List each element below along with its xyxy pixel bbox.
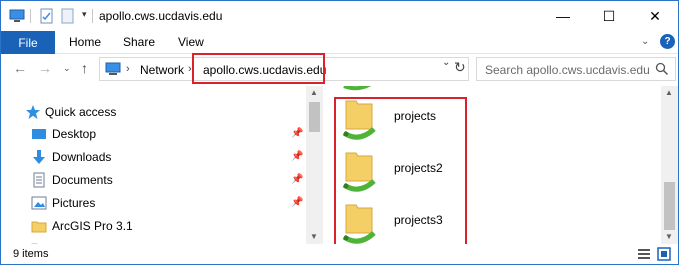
shared-folder-icon <box>342 100 376 140</box>
documents-icon <box>33 172 45 188</box>
download-icon <box>33 150 45 164</box>
nav-scroll-thumb[interactable] <box>309 102 320 132</box>
breadcrumb-network[interactable]: Network <box>140 63 184 77</box>
sidebar-item-pictures[interactable]: Pictures 📌 <box>1 192 311 214</box>
search-icon[interactable] <box>655 62 669 76</box>
sidebar-item-partial[interactable] <box>1 237 311 244</box>
star-icon <box>26 105 40 119</box>
shared-folder-icon <box>342 152 376 192</box>
tab-file[interactable]: File <box>1 31 55 54</box>
folder-item[interactable]: projects3 <box>342 203 472 244</box>
content-scrollbar[interactable]: ▲ ▼ <box>661 86 678 244</box>
details-view-icon[interactable] <box>637 247 651 261</box>
pin-icon[interactable]: 📌 <box>291 151 303 162</box>
window-title: apollo.cws.ucdavis.edu <box>99 9 223 23</box>
content-pane: projects projects2 projects3 <box>328 86 661 244</box>
close-button[interactable]: ✕ <box>632 1 678 31</box>
sidebar-item-label: Downloads <box>52 150 112 164</box>
sidebar-item-downloads[interactable]: Downloads 📌 <box>1 146 311 168</box>
customize-toolbar-icon[interactable]: ▾ <box>82 9 87 20</box>
address-dropdown-icon[interactable]: ⌄ <box>442 57 450 68</box>
sidebar-item-quick-access[interactable]: Quick access <box>1 101 311 123</box>
maximize-button[interactable]: ☐ <box>586 1 632 31</box>
help-icon[interactable]: ? <box>660 34 675 49</box>
properties-icon[interactable] <box>39 8 55 24</box>
sidebar-item-label: Quick access <box>45 105 117 119</box>
new-folder-icon[interactable] <box>60 8 76 24</box>
tab-view[interactable]: View <box>178 35 204 49</box>
scroll-down-icon[interactable]: ▼ <box>665 232 673 241</box>
title-separator <box>30 9 31 23</box>
folder-item[interactable]: projects2 <box>342 151 472 199</box>
breadcrumb-separator: › <box>188 63 192 75</box>
sidebar-item-desktop[interactable]: Desktop 📌 <box>1 123 311 145</box>
sidebar-item-label: Pictures <box>52 196 96 210</box>
sidebar-item-label: Documents <box>52 173 113 187</box>
ribbon-tabs: File Home Share View ⌄ ? <box>1 31 678 54</box>
forward-icon[interactable]: → <box>38 60 52 76</box>
refresh-icon[interactable]: ↻ <box>454 59 470 75</box>
network-icon <box>105 62 121 75</box>
file-explorer-window: ▾ apollo.cws.ucdavis.edu — ☐ ✕ File Home… <box>0 0 679 265</box>
breadcrumb-host[interactable]: apollo.cws.ucdavis.edu <box>203 63 326 77</box>
pin-icon[interactable]: 📌 <box>291 174 303 185</box>
sidebar-item-arcgis[interactable]: ArcGIS Pro 3.1 <box>1 215 311 237</box>
minimize-button[interactable]: — <box>540 1 586 31</box>
scroll-down-icon[interactable]: ▼ <box>310 232 318 241</box>
network-share-icon <box>343 86 372 91</box>
recent-locations-icon[interactable]: ⌄ <box>63 63 71 74</box>
pictures-icon <box>31 196 47 210</box>
folder-name: projects <box>394 109 437 123</box>
pin-icon[interactable]: 📌 <box>291 128 303 139</box>
scroll-up-icon[interactable]: ▲ <box>310 88 318 97</box>
folder-name: projects2 <box>394 161 443 175</box>
breadcrumb-separator: › <box>126 63 130 75</box>
desktop-icon <box>32 129 46 139</box>
up-icon[interactable]: ↑ <box>81 60 88 76</box>
content-scroll-thumb[interactable] <box>664 182 675 230</box>
tab-home[interactable]: Home <box>69 35 101 49</box>
folder-item[interactable]: projects <box>342 99 472 147</box>
item-count: 9 items <box>13 248 49 260</box>
search-placeholder: Search apollo.cws.ucdavis.edu <box>485 63 650 77</box>
status-bar: 9 items <box>1 244 678 264</box>
sidebar-item-label: ArcGIS Pro 3.1 <box>52 219 133 233</box>
nav-scrollbar[interactable]: ▲ ▼ <box>306 86 323 244</box>
sidebar-item-label: Desktop <box>52 127 97 141</box>
pin-icon[interactable]: 📌 <box>291 197 303 208</box>
title-bar: ▾ apollo.cws.ucdavis.edu — ☐ ✕ <box>1 1 678 31</box>
search-input[interactable]: Search apollo.cws.ucdavis.edu <box>476 57 676 81</box>
folder-name: projects3 <box>394 213 443 227</box>
large-icons-view-icon[interactable] <box>657 247 671 261</box>
scroll-up-icon[interactable]: ▲ <box>665 88 673 97</box>
tab-share[interactable]: Share <box>123 35 155 49</box>
computer-icon[interactable] <box>9 8 25 24</box>
shared-folder-icon <box>342 204 376 244</box>
navigation-pane: Quick access Desktop 📌 Downloads 📌 Docum… <box>1 86 319 244</box>
title-separator <box>92 9 93 23</box>
back-icon[interactable]: ← <box>13 60 27 76</box>
expand-ribbon-icon[interactable]: ⌄ <box>641 36 649 47</box>
address-bar[interactable]: › Network › apollo.cws.ucdavis.edu <box>99 57 469 81</box>
folder-icon <box>31 221 47 233</box>
sidebar-item-documents[interactable]: Documents 📌 <box>1 169 311 191</box>
